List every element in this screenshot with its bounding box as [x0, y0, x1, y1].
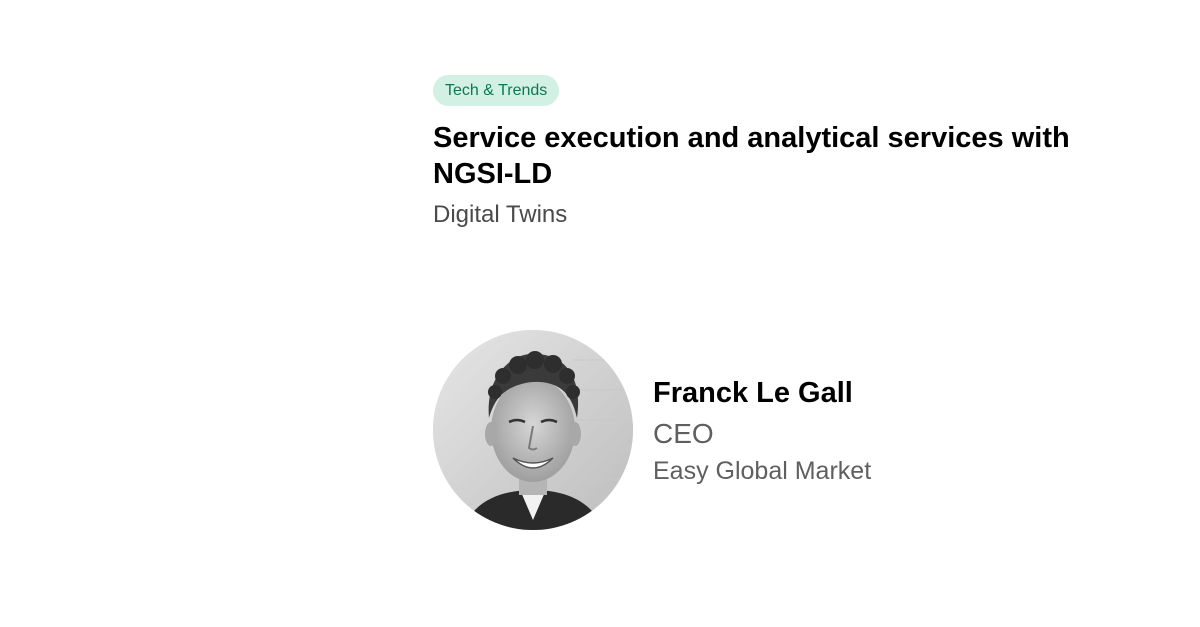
speaker-portrait-icon	[433, 330, 633, 530]
session-card: Tech & Trends Service execution and anal…	[0, 0, 1200, 627]
speaker-role: CEO	[653, 417, 714, 449]
speaker-avatar	[433, 330, 633, 530]
speaker-info: Franck Le Gall CEO Easy Global Market	[653, 375, 871, 486]
speaker-name: Franck Le Gall	[653, 376, 853, 409]
category-tag[interactable]: Tech & Trends	[433, 75, 560, 106]
speaker-company: Easy Global Market	[653, 456, 872, 485]
session-title: Service execution and analytical service…	[433, 122, 1070, 190]
speaker-block: Franck Le Gall CEO Easy Global Market	[433, 330, 871, 530]
session-track: Digital Twins	[433, 201, 568, 228]
session-header: Tech & Trends Service execution and anal…	[433, 75, 1133, 230]
